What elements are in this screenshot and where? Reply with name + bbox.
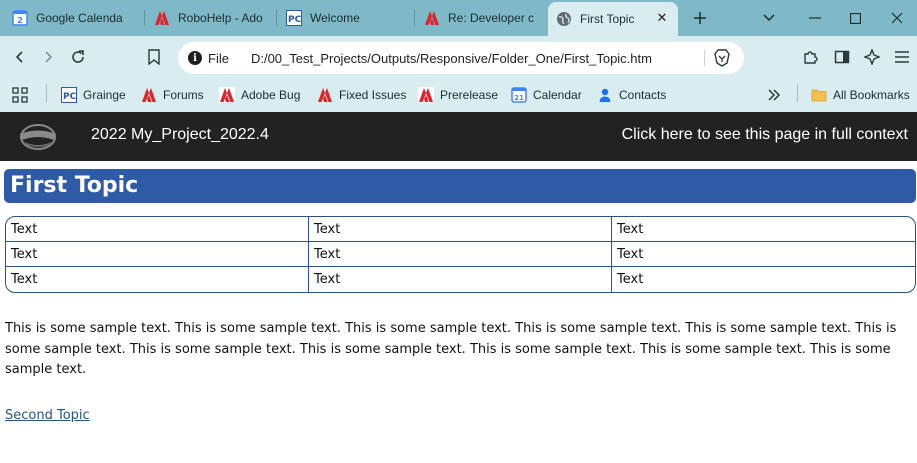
tab-google-calendar[interactable]: 2 Google Calenda bbox=[4, 2, 142, 34]
url-scheme-label: File bbox=[208, 50, 229, 66]
tab-label: First Topic bbox=[580, 12, 635, 26]
bookmark-grainge[interactable]: PC Grainge bbox=[61, 84, 126, 106]
bookmark-fixed-issues[interactable]: Fixed Issues bbox=[317, 84, 406, 106]
tab-separator bbox=[414, 10, 415, 26]
bookmark-contacts[interactable]: Contacts bbox=[597, 84, 666, 106]
bookmark-label: Adobe Bug bbox=[241, 88, 301, 102]
full-context-link[interactable]: Click here to see this page in full cont… bbox=[622, 126, 908, 144]
bookmark-prerelease[interactable]: Prerelease bbox=[418, 84, 498, 106]
bookmark-label: Forums bbox=[163, 88, 204, 102]
tab-separator bbox=[144, 10, 145, 26]
bookmark-label: Calendar bbox=[533, 88, 582, 102]
more-bookmarks-button[interactable] bbox=[766, 84, 788, 106]
adobe-icon bbox=[154, 10, 170, 26]
extensions-icon[interactable] bbox=[798, 45, 822, 69]
tab-label: Google Calenda bbox=[36, 11, 123, 25]
side-panel-icon[interactable] bbox=[830, 45, 854, 69]
second-topic-link[interactable]: Second Topic bbox=[5, 408, 90, 423]
svg-text:PC: PC bbox=[288, 15, 302, 25]
url-text[interactable]: D:/00_Test_Projects/Outputs/Responsive/F… bbox=[251, 51, 652, 66]
svg-text:2: 2 bbox=[17, 16, 23, 25]
bookmark-label: Contacts bbox=[619, 88, 667, 102]
brave-shields-icon[interactable] bbox=[712, 48, 732, 68]
tab-welcome[interactable]: PC Welcome bbox=[278, 2, 412, 34]
table-row: Text Text Text bbox=[6, 267, 915, 292]
table-row: Text Text Text bbox=[6, 242, 915, 267]
google-calendar-icon: 2 bbox=[12, 10, 28, 26]
bookmarks-divider bbox=[46, 84, 47, 102]
table-cell: Text bbox=[6, 267, 309, 292]
table-cell: Text bbox=[309, 267, 612, 292]
tab-search-button[interactable] bbox=[746, 0, 792, 36]
tab-robohelp[interactable]: RoboHelp - Ado bbox=[146, 2, 274, 34]
bookmark-forums[interactable]: Forums bbox=[141, 84, 204, 106]
table-cell: Text bbox=[617, 272, 644, 287]
reload-button[interactable] bbox=[66, 45, 90, 69]
close-icon[interactable]: ✕ bbox=[654, 10, 670, 26]
apps-button[interactable] bbox=[12, 84, 34, 106]
close-window-button[interactable] bbox=[874, 0, 917, 36]
adobe-icon bbox=[141, 87, 157, 103]
apps-grid-icon bbox=[12, 87, 28, 103]
table-cell: Text bbox=[309, 217, 612, 242]
adobe-icon bbox=[418, 87, 434, 103]
project-title: 2022 My_Project_2022.4 bbox=[91, 126, 269, 143]
table-cell: Text bbox=[309, 242, 612, 267]
tab-label: Re: Developer ca bbox=[448, 11, 534, 25]
back-button[interactable] bbox=[8, 45, 32, 69]
omnibox-divider bbox=[704, 50, 705, 66]
table-cell: Text bbox=[612, 242, 915, 267]
bookmark-label: Fixed Issues bbox=[339, 88, 407, 102]
bookmark-adobe-bug[interactable]: Adobe Bug bbox=[219, 84, 300, 106]
all-bookmarks-button[interactable]: All Bookmarks bbox=[811, 84, 910, 106]
new-tab-button[interactable] bbox=[688, 6, 712, 30]
topic-title: First Topic bbox=[4, 169, 916, 203]
table-row: Text Text Text bbox=[6, 217, 915, 242]
maximize-button[interactable] bbox=[832, 0, 878, 36]
menu-icon[interactable] bbox=[890, 45, 914, 69]
adobe-icon bbox=[219, 87, 235, 103]
content-table: Text Text Text Text Text Text Text Text … bbox=[5, 216, 916, 293]
table-cell: Text bbox=[6, 242, 309, 267]
adobe-icon bbox=[317, 87, 333, 103]
leo-ai-icon[interactable] bbox=[860, 45, 884, 69]
svg-text:21: 21 bbox=[514, 94, 524, 102]
globe-icon bbox=[556, 11, 572, 27]
pc-icon: PC bbox=[286, 10, 302, 26]
table-cell: Text bbox=[612, 217, 915, 242]
tab-developer[interactable]: Re: Developer ca bbox=[416, 2, 542, 34]
tab-label: RoboHelp - Ado bbox=[178, 11, 263, 25]
tab-separator bbox=[276, 10, 277, 26]
tab-first-topic[interactable]: First Topic ✕ bbox=[548, 2, 678, 36]
bookmark-label: All Bookmarks bbox=[833, 88, 910, 102]
bookmark-page-button[interactable] bbox=[142, 45, 166, 69]
contacts-icon bbox=[597, 87, 613, 103]
forward-button[interactable] bbox=[36, 45, 60, 69]
bookmark-label: Prerelease bbox=[440, 88, 499, 102]
tab-strip: 2 Google Calenda RoboHelp - Ado PC Welco… bbox=[0, 0, 917, 36]
google-calendar-icon: 21 bbox=[511, 87, 527, 103]
address-bar[interactable]: i File D:/00_Test_Projects/Outputs/Respo… bbox=[178, 42, 744, 74]
bookmark-label: Grainge bbox=[83, 88, 126, 102]
info-icon[interactable]: i bbox=[188, 51, 202, 65]
bookmarks-divider bbox=[797, 84, 798, 102]
site-header: 2022 My_Project_2022.4 Click here to see… bbox=[0, 112, 917, 161]
body-paragraph: This is some sample text. This is some s… bbox=[5, 321, 897, 377]
pc-icon: PC bbox=[61, 87, 77, 103]
svg-text:PC: PC bbox=[63, 92, 77, 102]
folder-icon bbox=[811, 87, 827, 103]
bookmark-calendar[interactable]: 21 Calendar bbox=[511, 84, 582, 106]
tab-label: Welcome bbox=[310, 11, 360, 25]
project-logo bbox=[18, 121, 58, 153]
adobe-icon bbox=[424, 10, 440, 26]
table-cell: Text bbox=[6, 217, 309, 242]
double-chevron-right-icon bbox=[766, 87, 782, 103]
